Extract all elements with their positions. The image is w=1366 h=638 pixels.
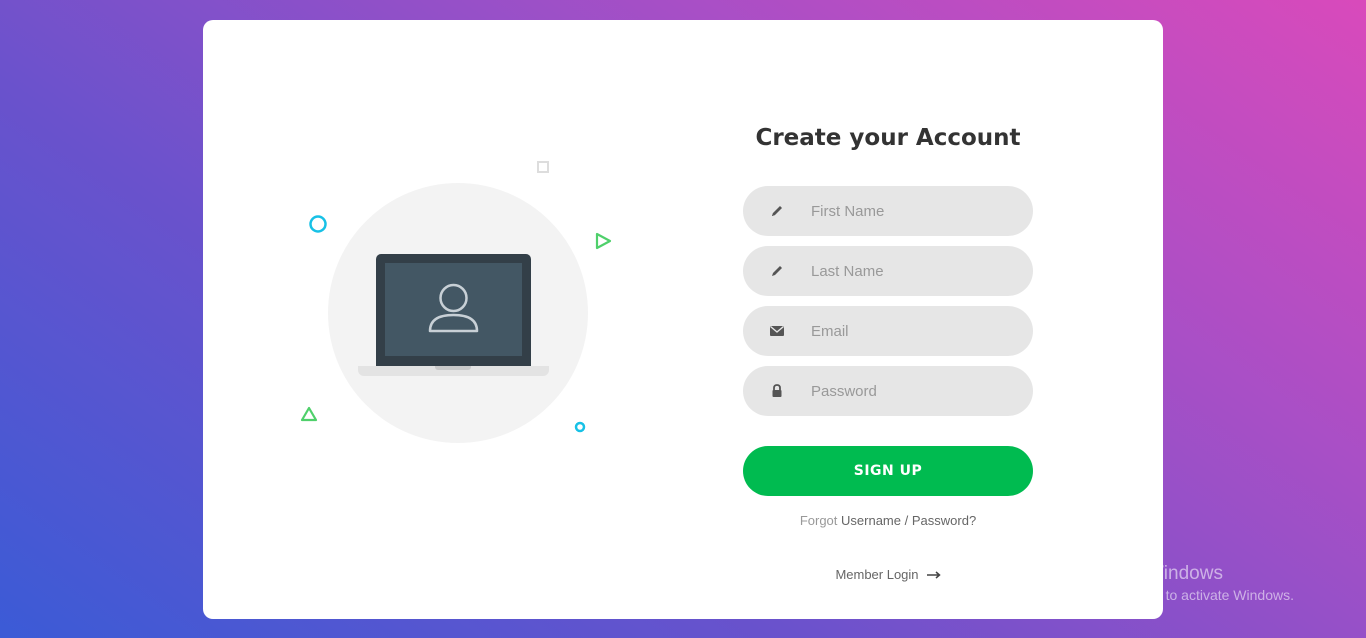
laptop-notch [435,366,471,370]
forgot-username-link[interactable]: Username [841,513,901,528]
password-field[interactable] [743,366,1033,416]
first-name-input[interactable] [811,202,1011,220]
windows-activation-watermark: Activate Windows Go to Settings to activ… [1073,563,1294,603]
signup-card: Create your Account SIGN UP [203,20,1163,619]
envelope-icon [743,325,811,337]
member-login-link[interactable]: Member Login [743,567,1033,582]
triangle-decoration-icon [300,406,318,422]
signup-form: Create your Account SIGN UP [743,20,1033,619]
member-login-label: Member Login [835,567,919,582]
square-decoration-icon [537,161,549,173]
last-name-field[interactable] [743,246,1033,296]
form-title: Create your Account [755,125,1021,151]
sign-up-button[interactable]: SIGN UP [743,446,1033,496]
illustration [203,20,683,619]
email-input[interactable] [811,322,1011,340]
small-ring-decoration-icon [574,421,586,433]
last-name-input[interactable] [811,262,1011,280]
first-name-field[interactable] [743,186,1033,236]
lock-icon [743,384,811,398]
user-icon [428,283,479,333]
laptop-icon [376,254,531,366]
forgot-separator: / [904,513,909,528]
email-field[interactable] [743,306,1033,356]
pencil-icon [743,204,811,218]
arrow-right-icon [926,570,941,579]
forgot-password-link[interactable]: Password? [912,513,976,528]
play-triangle-decoration-icon [595,232,612,250]
watermark-subtitle: Go to Settings to activate Windows. [1073,587,1294,603]
forgot-credentials: Forgot Username / Password? [743,513,1033,528]
watermark-title: Activate Windows [1073,563,1223,584]
ring-decoration-icon [309,215,327,233]
pencil-icon [743,264,811,278]
forgot-prefix: Forgot [799,513,838,528]
password-input[interactable] [811,382,1011,400]
